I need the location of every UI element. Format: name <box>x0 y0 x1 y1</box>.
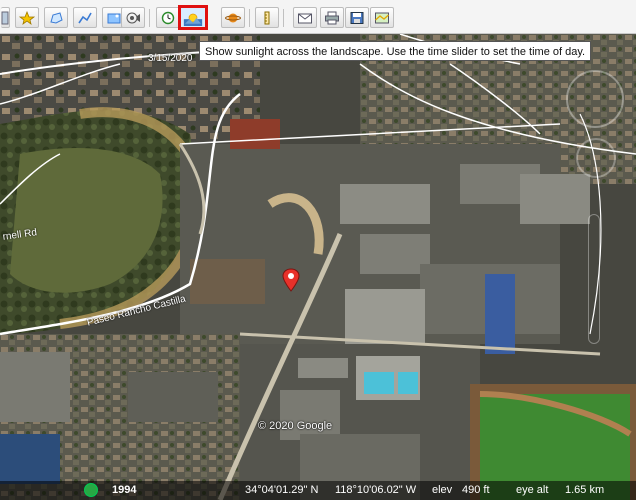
add-path-button[interactable] <box>73 7 97 28</box>
toolbar-separator <box>283 9 284 27</box>
sunlight-tooltip: Show sunlight across the landscape. Use … <box>199 41 592 61</box>
hide-sidebar-button[interactable] <box>1 7 10 28</box>
switch-planet-button[interactable] <box>221 7 245 28</box>
zoom-slider[interactable] <box>588 214 600 344</box>
toolbar <box>0 0 636 34</box>
email-button[interactable] <box>293 7 317 28</box>
location-pin-icon[interactable] <box>282 268 300 292</box>
save-image-icon <box>350 11 364 24</box>
polygon-icon <box>50 11 63 24</box>
path-icon <box>78 12 92 23</box>
sunlight-button[interactable] <box>178 5 208 30</box>
imagery-year: 1994 <box>112 484 137 496</box>
historical-imagery-button[interactable] <box>156 7 180 28</box>
ruler-button[interactable] <box>255 7 279 28</box>
save-image-button[interactable] <box>345 7 369 28</box>
image-overlay-icon <box>107 13 121 23</box>
planet-icon <box>225 13 241 22</box>
envelope-icon <box>298 13 312 23</box>
view-in-maps-button[interactable] <box>370 7 394 28</box>
record-tour-button[interactable] <box>121 7 145 28</box>
print-button[interactable] <box>320 7 344 28</box>
clock-icon <box>161 11 175 24</box>
elevation-label: elev <box>432 484 453 496</box>
toolbar-separator <box>149 9 150 27</box>
longitude-readout: 118°10'06.02" W <box>335 484 417 496</box>
ruler-icon <box>264 11 270 24</box>
add-polygon-button[interactable] <box>44 7 68 28</box>
latitude-readout: 34°04'01.29" N <box>245 484 319 496</box>
record-tour-icon <box>126 12 140 23</box>
sun-icon <box>183 13 203 26</box>
navigation-look-control[interactable] <box>566 70 624 128</box>
sidebar-icon <box>1 11 9 24</box>
historical-imagery-icon[interactable] <box>84 483 98 497</box>
printer-icon <box>325 11 339 24</box>
elevation-readout: 490 ft <box>462 484 490 496</box>
pushpin-icon <box>19 10 35 25</box>
toolbar-separator <box>249 9 250 27</box>
maps-icon <box>375 12 389 23</box>
add-placemark-button[interactable] <box>15 7 39 28</box>
imagery-date-label: 3/15/2020 <box>148 53 193 64</box>
eye-altitude-readout: 1.65 km <box>565 484 605 496</box>
eye-altitude-label: eye alt <box>516 484 549 496</box>
copyright-text: © 2020 Google <box>258 420 333 432</box>
navigation-move-control[interactable] <box>576 138 616 178</box>
